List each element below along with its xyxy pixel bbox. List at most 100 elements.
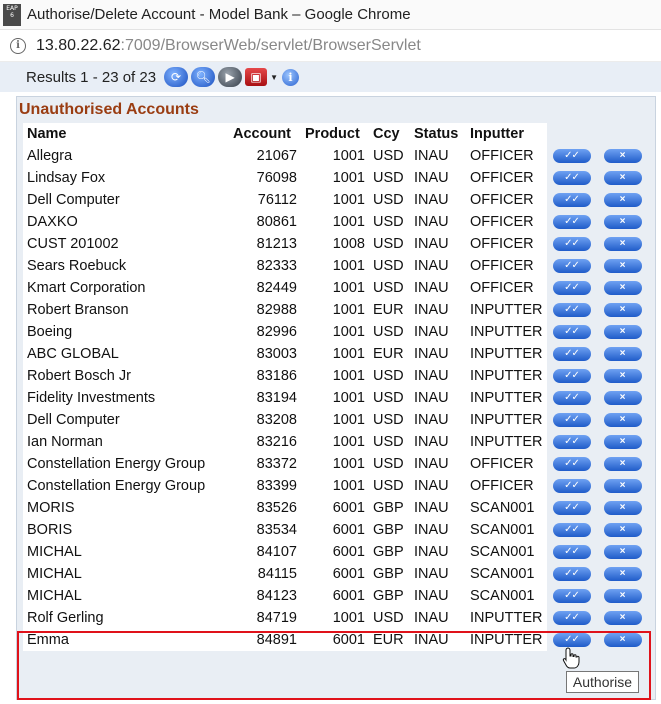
delete-button[interactable]: × — [603, 171, 642, 186]
delete-button[interactable]: × — [603, 369, 642, 384]
delete-button[interactable]: × — [603, 193, 642, 208]
authorise-button[interactable]: ✓✓ — [552, 391, 591, 406]
cell-name: Allegra — [23, 145, 229, 167]
authorise-button[interactable]: ✓✓ — [552, 479, 591, 494]
table-row: Robert Bosch Jr 83186 1001 USD INAU INPUTTER ✓… — [23, 365, 649, 387]
authorise-button[interactable]: ✓✓ — [552, 567, 591, 582]
authorise-button[interactable]: ✓✓ — [552, 347, 591, 362]
authorise-button[interactable]: ✓✓ — [552, 413, 591, 428]
info-icon[interactable]: i — [282, 68, 299, 86]
delete-button[interactable]: × — [603, 545, 642, 560]
cell-ccy: USD — [369, 365, 410, 387]
authorise-button[interactable]: ✓✓ — [552, 545, 591, 560]
cell-name: CUST 201002 — [23, 233, 229, 255]
table-header-row: Name Account Product Ccy Status Inputter — [23, 123, 649, 145]
cell-status: INAU — [410, 255, 466, 277]
cell-status: INAU — [410, 541, 466, 563]
cell-product: 1001 — [301, 321, 369, 343]
cell-account: 80861 — [229, 211, 301, 233]
authorise-cell: ✓✓ — [546, 233, 597, 255]
header-inputter[interactable]: Inputter — [466, 123, 547, 145]
cell-name: Robert Branson — [23, 299, 229, 321]
authorise-cell: ✓✓ — [546, 211, 597, 233]
authorise-button[interactable]: ✓✓ — [552, 171, 591, 186]
delete-button[interactable]: × — [603, 347, 642, 362]
authorise-button[interactable]: ✓✓ — [552, 589, 591, 604]
cell-inputter: OFFICER — [466, 145, 547, 167]
header-name[interactable]: Name — [23, 123, 229, 145]
cell-product: 1001 — [301, 167, 369, 189]
delete-button[interactable]: × — [603, 501, 642, 516]
delete-button[interactable]: × — [603, 391, 642, 406]
cell-product: 1001 — [301, 189, 369, 211]
cell-ccy: USD — [369, 409, 410, 431]
table-body: Allegra 21067 1001 USD INAU OFFICER ✓✓ × Lindsay… — [23, 145, 649, 651]
site-info-icon[interactable]: i — [10, 37, 26, 54]
authorise-button[interactable]: ✓✓ — [552, 611, 591, 626]
cell-ccy: EUR — [369, 299, 410, 321]
table-row: Ian Norman 83216 1001 USD INAU INPUTTER ✓✓ × — [23, 431, 649, 453]
delete-button[interactable]: × — [603, 611, 642, 626]
header-ccy[interactable]: Ccy — [369, 123, 410, 145]
authorise-button[interactable]: ✓✓ — [552, 523, 591, 538]
refresh-icon[interactable]: ⟳ — [164, 67, 189, 87]
address-bar[interactable]: i 13.80.22.62:7009/BrowserWeb/servlet/Br… — [0, 30, 661, 62]
cell-inputter: OFFICER — [466, 211, 547, 233]
delete-button[interactable]: × — [603, 237, 642, 252]
authorise-button[interactable]: ✓✓ — [552, 193, 591, 208]
cell-name: Kmart Corporation — [23, 277, 229, 299]
url-text[interactable]: 13.80.22.62:7009/BrowserWeb/servlet/Brow… — [36, 37, 421, 55]
cell-account: 76112 — [229, 189, 301, 211]
cell-account: 84123 — [229, 585, 301, 607]
authorise-button[interactable]: ✓✓ — [552, 369, 591, 384]
cell-account: 83194 — [229, 387, 301, 409]
delete-button[interactable]: × — [603, 479, 642, 494]
next-icon[interactable]: ▶ — [218, 67, 243, 87]
authorise-button[interactable]: ✓✓ — [552, 259, 591, 274]
header-account[interactable]: Account — [229, 123, 301, 145]
delete-cell: × — [596, 563, 649, 585]
delete-button[interactable]: × — [603, 325, 642, 340]
authorise-cell: ✓✓ — [546, 409, 597, 431]
tools-icon[interactable]: ▣ — [245, 68, 268, 86]
delete-button[interactable]: × — [603, 215, 642, 230]
accounts-table: Name Account Product Ccy Status Inputter… — [23, 123, 649, 651]
cell-status: INAU — [410, 233, 466, 255]
find-icon[interactable]: 🔍︎ — [191, 67, 216, 87]
authorise-button[interactable]: ✓✓ — [552, 303, 591, 318]
cell-inputter: INPUTTER — [466, 321, 547, 343]
delete-button[interactable]: × — [603, 523, 642, 538]
header-status[interactable]: Status — [410, 123, 466, 145]
cell-product: 6001 — [301, 541, 369, 563]
cell-name: ABC GLOBAL — [23, 343, 229, 365]
delete-button[interactable]: × — [603, 435, 642, 450]
authorise-button[interactable]: ✓✓ — [552, 435, 591, 450]
table-row: Boeing 82996 1001 USD INAU INPUTTER ✓✓ × — [23, 321, 649, 343]
table-row: MORIS 83526 6001 GBP INAU SCAN001 ✓✓ × — [23, 497, 649, 519]
delete-cell: × — [596, 519, 649, 541]
authorise-button[interactable]: ✓✓ — [552, 457, 591, 472]
delete-button[interactable]: × — [603, 281, 642, 296]
authorise-button[interactable]: ✓✓ — [552, 237, 591, 252]
delete-button[interactable]: × — [603, 589, 642, 604]
delete-button[interactable]: × — [603, 149, 642, 164]
authorise-cell: ✓✓ — [546, 607, 597, 629]
delete-button[interactable]: × — [603, 413, 642, 428]
delete-button[interactable]: × — [603, 457, 642, 472]
delete-cell: × — [596, 255, 649, 277]
cell-inputter: OFFICER — [466, 233, 547, 255]
authorise-button[interactable]: ✓✓ — [552, 149, 591, 164]
delete-button[interactable]: × — [603, 259, 642, 274]
delete-button[interactable]: × — [603, 303, 642, 318]
authorise-button[interactable]: ✓✓ — [552, 325, 591, 340]
authorise-button[interactable]: ✓✓ — [552, 215, 591, 230]
cell-account: 84719 — [229, 607, 301, 629]
delete-cell: × — [596, 321, 649, 343]
authorise-button[interactable]: ✓✓ — [552, 501, 591, 516]
table-row: Constellation Energy Group 83399 1001 USD IN… — [23, 475, 649, 497]
cell-ccy: GBP — [369, 541, 410, 563]
chevron-down-icon[interactable]: ▼ — [270, 73, 278, 82]
authorise-button[interactable]: ✓✓ — [552, 281, 591, 296]
delete-button[interactable]: × — [603, 567, 642, 582]
header-product[interactable]: Product — [301, 123, 369, 145]
